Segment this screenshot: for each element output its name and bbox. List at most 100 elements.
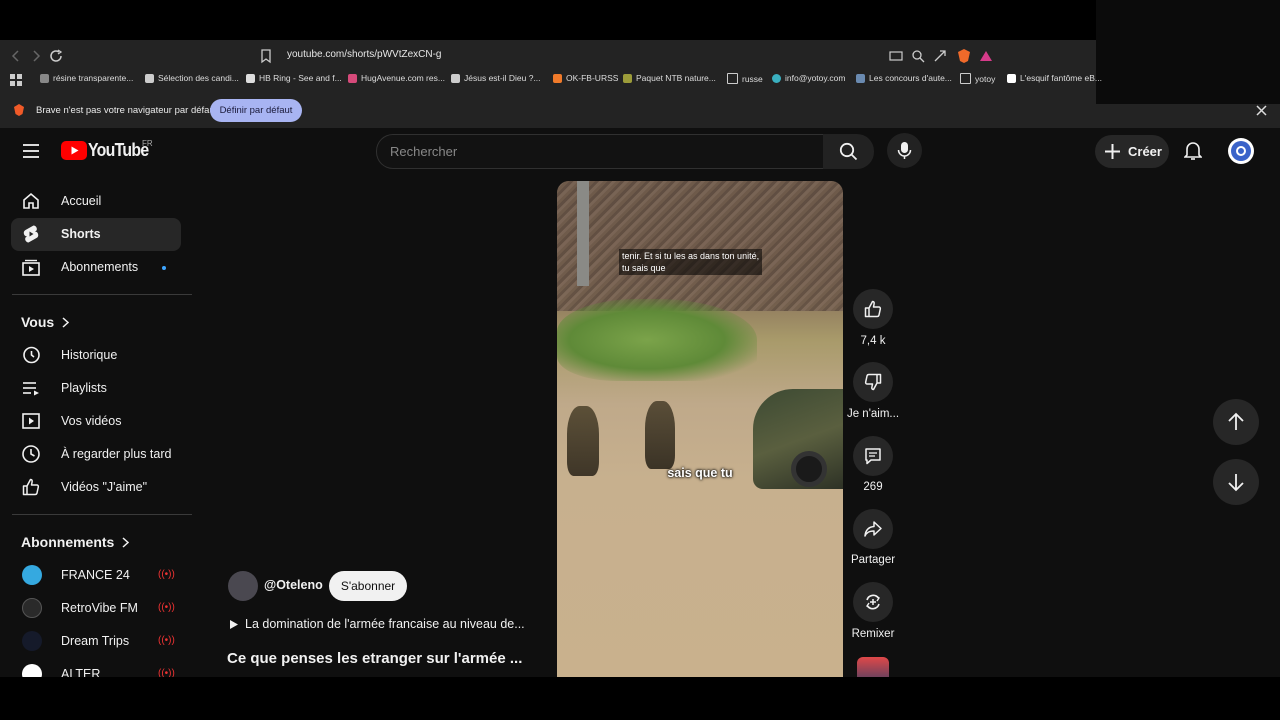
search-placeholder: Rechercher — [390, 144, 458, 159]
live-icon: ((•)) — [158, 569, 175, 580]
channel-name: Dream Trips — [61, 634, 130, 648]
caption-center: sais que tu — [667, 466, 733, 480]
bookmark-item[interactable]: Paquet NTB nature... — [623, 73, 716, 83]
bookmark-item[interactable]: HB Ring - See and f... — [246, 73, 342, 83]
thumbs-up-icon — [864, 300, 882, 318]
section-heading: Abonnements — [21, 534, 115, 550]
bookmark-item[interactable]: résine transparente... — [40, 73, 133, 83]
sound-thumbnail[interactable] — [857, 657, 889, 677]
share-icon — [864, 521, 882, 537]
sidebar-item-watch-later[interactable]: À regarder plus tard — [11, 438, 181, 471]
sidebar-section-you[interactable]: Vous — [21, 314, 70, 330]
caption-top: tenir. Et si tu les as dans ton unité, t… — [619, 249, 763, 275]
sidebar-channel-france24[interactable]: FRANCE 24 ((•)) — [11, 559, 181, 592]
menu-icon[interactable] — [22, 143, 40, 159]
bookmark-item[interactable]: OK-FB-URSS — [553, 73, 618, 83]
close-icon[interactable] — [1256, 105, 1267, 116]
bookmark-item[interactable]: Jésus est-il Dieu ?... — [451, 73, 541, 83]
youtube-play-icon — [61, 141, 87, 160]
bookmark-item[interactable]: Les concours d'aute... — [856, 73, 952, 83]
sidebar-channel-retrovibe[interactable]: RetroVibe FM ((•)) — [11, 592, 181, 625]
avatar[interactable] — [1228, 138, 1254, 164]
previous-short-button[interactable] — [1213, 399, 1259, 445]
caption-line: tu sais que — [622, 263, 666, 273]
sidebar-item-liked-videos[interactable]: Vidéos "J'aime" — [11, 471, 181, 504]
search-button[interactable] — [823, 134, 874, 169]
bookmark-item[interactable]: HugAvenue.com res... — [348, 73, 445, 83]
region-code: FR — [142, 139, 153, 148]
channel-name: RetroVibe FM — [61, 601, 138, 615]
sidebar-item-label: Playlists — [61, 381, 107, 395]
like-button[interactable] — [853, 289, 893, 329]
sidebar-item-subscriptions[interactable]: Abonnements — [11, 251, 181, 284]
sidebar-item-your-videos[interactable]: Vos vidéos — [11, 405, 181, 438]
forward-icon[interactable] — [28, 48, 44, 64]
sidebar-item-history[interactable]: Historique — [11, 339, 181, 372]
bookmark-item[interactable]: L'esquif fantôme eB... — [1007, 73, 1102, 83]
sidebar-item-shorts[interactable]: Shorts — [11, 218, 181, 251]
create-button[interactable]: Créer — [1095, 135, 1169, 168]
share-page-icon[interactable] — [932, 48, 948, 64]
rewards-icon[interactable] — [978, 48, 994, 64]
zoom-icon[interactable] — [910, 48, 926, 64]
short-description[interactable]: La domination de l'armée francaise au ni… — [229, 617, 525, 631]
default-browser-message: Brave n'est pas votre navigateur par déf… — [36, 105, 218, 116]
share-button[interactable] — [853, 509, 893, 549]
sidebar-item-label: Shorts — [61, 227, 101, 241]
brave-shield-icon[interactable] — [956, 48, 972, 64]
history-icon — [23, 346, 40, 364]
sidebar-channel-dream-trips[interactable]: Dream Trips ((•)) — [11, 625, 181, 658]
sidebar-section-subscriptions[interactable]: Abonnements — [21, 534, 130, 550]
channel-handle[interactable]: @Oteleno — [264, 578, 323, 592]
bookmark-item[interactable]: Sélection des candi... — [145, 73, 239, 83]
dislike-label: Je n'aim... — [846, 408, 900, 420]
overlay-block — [1096, 0, 1280, 104]
set-default-button[interactable]: Définir par défaut — [210, 99, 302, 122]
live-icon: ((•)) — [158, 635, 175, 646]
search-input[interactable]: Rechercher — [376, 134, 824, 169]
bookmark-icon[interactable] — [258, 48, 274, 64]
bookmark-item[interactable]: info@yotoy.com — [772, 73, 845, 83]
your-videos-icon — [22, 413, 40, 429]
brave-logo-icon — [14, 104, 24, 116]
bookmark-folder[interactable]: yotoy — [960, 73, 995, 84]
youtube-page: YouTube FR Rechercher Créer Accueil Shor… — [0, 128, 1280, 677]
short-video-player[interactable]: tenir. Et si tu les as dans ton unité, t… — [557, 181, 843, 677]
new-content-dot — [162, 266, 166, 270]
apps-grid-icon[interactable] — [8, 72, 24, 88]
remix-button[interactable] — [853, 582, 893, 622]
channel-name: ALTER — [61, 667, 101, 677]
live-icon: ((•)) — [158, 668, 175, 677]
dislike-button[interactable] — [853, 362, 893, 402]
sidebar-item-home[interactable]: Accueil — [11, 185, 181, 218]
share-label: Partager — [850, 554, 896, 566]
voice-search-button[interactable] — [887, 133, 922, 168]
thumbs-down-icon — [864, 373, 882, 391]
address-bar-url[interactable]: youtube.com/shorts/pWVtZexCN-g — [287, 49, 442, 60]
shorts-icon — [23, 225, 39, 243]
comments-button[interactable] — [853, 436, 893, 476]
sidebar-item-playlists[interactable]: Playlists — [11, 372, 181, 405]
short-title[interactable]: Ce que penses les etranger sur l'armée .… — [227, 650, 522, 667]
channel-avatar — [22, 565, 42, 585]
playlists-icon — [23, 382, 39, 396]
sidebar-item-label: Vos vidéos — [61, 414, 122, 428]
play-icon — [230, 619, 238, 629]
logo-text: YouTube — [88, 140, 149, 160]
channel-name: FRANCE 24 — [61, 568, 130, 582]
reload-icon[interactable] — [48, 48, 64, 64]
notifications-bell-icon[interactable] — [1184, 141, 1202, 161]
next-short-button[interactable] — [1213, 459, 1259, 505]
back-icon[interactable] — [8, 48, 24, 64]
subscribe-button[interactable]: S'abonner — [329, 571, 407, 601]
description-text: La domination de l'armée francaise au ni… — [245, 617, 525, 631]
rock-wall — [557, 181, 843, 311]
like-count: 7,4 k — [860, 335, 886, 347]
section-heading: Vous — [21, 314, 55, 330]
caption-line: tenir. Et si tu les as dans ton unité, — [622, 251, 760, 261]
microphone-icon — [897, 142, 912, 159]
channel-avatar[interactable] — [228, 571, 258, 601]
sidebar-channel-alter[interactable]: ALTER ((•)) — [11, 658, 181, 677]
cast-icon[interactable] — [888, 48, 904, 64]
bookmark-folder[interactable]: russe — [727, 73, 763, 84]
